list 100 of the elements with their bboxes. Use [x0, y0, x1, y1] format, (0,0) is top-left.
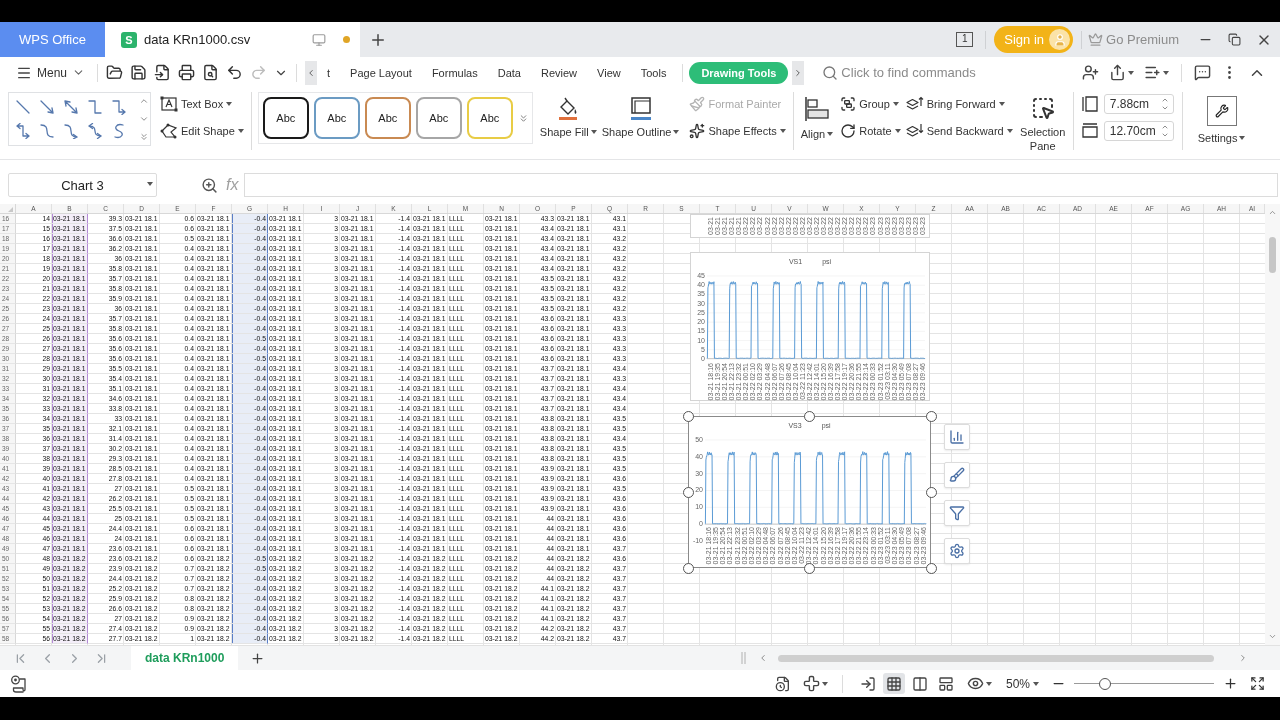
shape-effects-button[interactable]: Shape Effects — [688, 119, 787, 143]
text-box-button[interactable]: Text Box — [159, 92, 245, 116]
caret-icon[interactable] — [1128, 70, 1134, 75]
caret-icon[interactable] — [1239, 136, 1246, 140]
settings-button[interactable]: Settings — [1196, 92, 1247, 145]
ribbon-tab[interactable]: Review — [530, 61, 588, 84]
fullscreen-icon[interactable] — [1250, 676, 1265, 691]
vertical-scrollbar[interactable] — [1265, 204, 1280, 645]
chart-elements-button[interactable] — [944, 424, 970, 450]
caret-icon[interactable] — [226, 102, 233, 106]
splitter-handle-icon[interactable] — [741, 652, 746, 664]
scrollbar-thumb[interactable] — [1269, 237, 1276, 273]
shape-style-button[interactable]: Abc — [262, 97, 309, 139]
curved-double-arrow-icon[interactable] — [87, 123, 103, 139]
undo-icon[interactable] — [226, 64, 244, 81]
ribbon-tab[interactable]: View — [587, 61, 631, 84]
arrow-line-icon[interactable] — [39, 99, 55, 115]
height-field[interactable]: 7.88cm — [1103, 94, 1174, 114]
cross-icon[interactable] — [802, 675, 820, 692]
caret-icon[interactable] — [673, 130, 680, 134]
resize-handle[interactable] — [804, 410, 815, 422]
chart-settings-button[interactable] — [944, 538, 970, 564]
chart-filter-button[interactable] — [944, 500, 970, 526]
ribbon-tab[interactable]: Page Layout — [340, 61, 422, 84]
window-count-button[interactable]: 1 — [956, 32, 974, 47]
formula-input[interactable] — [244, 173, 1278, 197]
file-clock-icon[interactable] — [774, 675, 791, 692]
caret-icon[interactable] — [1033, 681, 1039, 686]
list-add-icon[interactable] — [1144, 64, 1161, 81]
folder-open-icon[interactable] — [106, 64, 124, 81]
ribbon-tab[interactable]: Formulas — [421, 61, 488, 84]
send-backward-button[interactable]: Send Backward — [904, 119, 1014, 143]
comment-icon[interactable] — [1194, 64, 1211, 81]
shape-style-button[interactable]: Abc — [313, 97, 360, 139]
resize-handle[interactable] — [925, 410, 937, 422]
elbow-connector-icon[interactable] — [87, 99, 103, 115]
export-icon[interactable] — [154, 64, 172, 81]
caret-icon[interactable] — [894, 129, 901, 133]
share-icon[interactable] — [1109, 64, 1126, 81]
caret-icon[interactable] — [892, 102, 899, 106]
caret-icon[interactable] — [779, 129, 786, 133]
name-box[interactable]: Chart 3 — [8, 173, 157, 197]
shape-style-button[interactable]: Abc — [415, 97, 462, 139]
width-field[interactable]: 12.70cm — [1103, 121, 1174, 141]
rotate-button[interactable]: Rotate — [839, 119, 902, 143]
caret-icon[interactable] — [1006, 129, 1013, 133]
ribbon-tab[interactable]: t — [317, 61, 341, 84]
elbow-arrow-icon[interactable] — [111, 99, 127, 115]
straight-line-icon[interactable] — [15, 99, 31, 115]
zoom-in-icon[interactable] — [1223, 676, 1238, 691]
resize-handle[interactable] — [682, 410, 694, 422]
zoom-level-button[interactable]: 50% — [1005, 676, 1039, 691]
chart-style-button[interactable] — [944, 462, 970, 488]
zoom-icon[interactable] — [201, 176, 218, 194]
shape-fill-button[interactable]: Shape Fill — [538, 92, 598, 139]
caret-icon[interactable] — [827, 132, 834, 136]
line-chart[interactable] — [688, 416, 931, 568]
curved-arrow-icon[interactable] — [63, 123, 79, 139]
resize-handle[interactable] — [682, 486, 694, 498]
eye-icon[interactable] — [966, 675, 984, 692]
zoom-slider[interactable] — [1074, 677, 1214, 690]
add-sheet-icon[interactable] — [250, 650, 266, 666]
align-button[interactable]: Align — [799, 92, 835, 141]
bring-forward-button[interactable]: Bring Forward — [904, 92, 1014, 116]
document-tab[interactable]: S data KRn1000.csv — [105, 22, 360, 57]
resize-handle[interactable] — [925, 486, 937, 498]
edit-shape-button[interactable]: Edit Shape — [159, 119, 245, 143]
menu-button[interactable]: Menu — [12, 60, 90, 85]
save-icon[interactable] — [130, 64, 148, 81]
restore-icon[interactable] — [1228, 33, 1241, 46]
gear-scroll-icon[interactable] — [10, 674, 28, 693]
view-mode-button[interactable] — [882, 673, 905, 694]
caret-icon[interactable] — [821, 681, 828, 686]
caret-icon[interactable] — [1163, 70, 1169, 75]
shape-style-button[interactable]: Abc — [364, 97, 411, 139]
add-user-icon[interactable] — [1082, 64, 1099, 81]
spin-up-icon[interactable] — [1160, 96, 1169, 104]
resize-handle[interactable] — [925, 562, 937, 574]
print-preview-icon[interactable] — [202, 64, 220, 81]
caret-icon[interactable] — [590, 130, 597, 134]
resize-handle[interactable] — [682, 562, 694, 574]
elbow-double-arrow-icon[interactable] — [15, 123, 31, 139]
spin-down-icon[interactable] — [1160, 104, 1169, 112]
shape-style-button[interactable]: Abc — [466, 97, 513, 139]
shape-outline-button[interactable]: Shape Outline — [600, 92, 681, 139]
spin-down-icon[interactable] — [1160, 131, 1169, 139]
caret-icon[interactable] — [998, 102, 1005, 106]
command-search-field[interactable]: Click to find commands — [841, 62, 1006, 83]
ribbon-tab[interactable]: Data — [487, 61, 531, 84]
caret-icon[interactable] — [985, 681, 992, 686]
curved-connector-icon[interactable] — [39, 123, 55, 139]
slider-thumb[interactable] — [1098, 677, 1111, 690]
spin-up-icon[interactable] — [1160, 123, 1169, 131]
caret-icon[interactable] — [147, 182, 153, 186]
print-icon[interactable] — [178, 64, 196, 81]
scrollbar-thumb[interactable] — [778, 654, 1214, 662]
resize-handle[interactable] — [804, 562, 815, 574]
double-arrow-line-icon[interactable] — [63, 99, 79, 115]
ribbon-tab[interactable]: Tools — [630, 61, 677, 84]
selection-pane-button[interactable]: Selection Pane — [1017, 92, 1068, 153]
